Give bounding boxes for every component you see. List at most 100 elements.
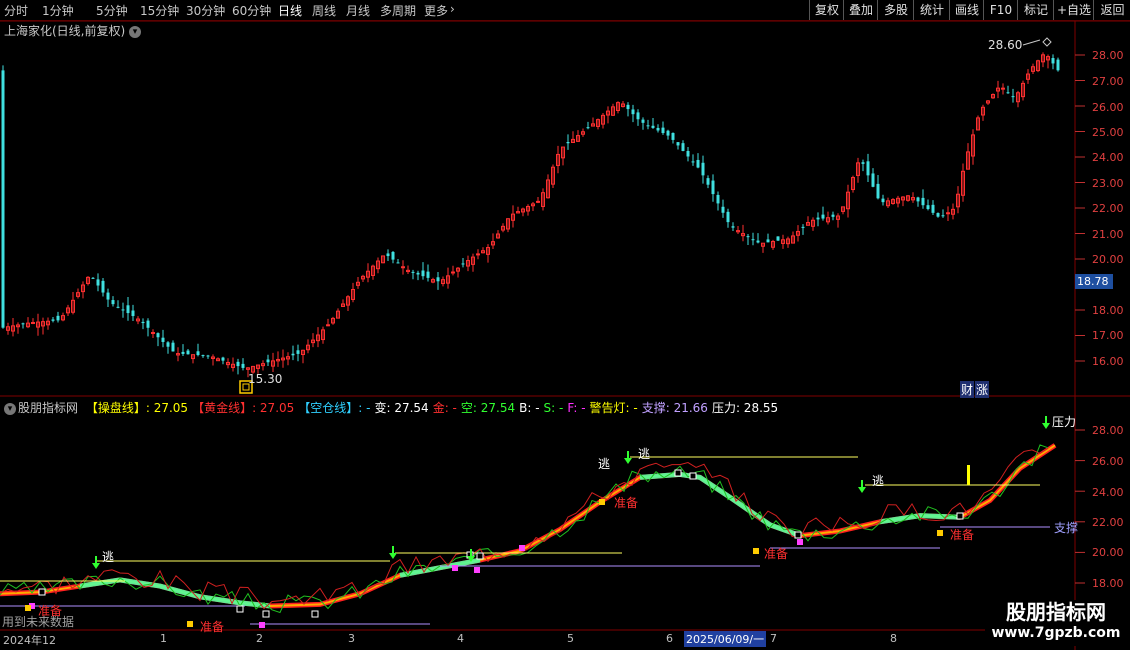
prepare-point-icon — [937, 530, 943, 536]
candle-body — [866, 161, 870, 176]
marker-square — [311, 610, 319, 618]
date-tick: 5 — [567, 632, 574, 645]
marker-square — [794, 531, 802, 539]
finance-mark[interactable]: 财 — [960, 381, 975, 398]
candle-body — [1001, 87, 1005, 90]
price-tick: 26.00 — [1092, 101, 1124, 114]
candle-body — [636, 112, 640, 120]
candle-body — [56, 315, 60, 321]
candle-body — [661, 127, 665, 134]
candle-body — [291, 353, 295, 356]
indicator-item: F: - — [567, 401, 586, 415]
candle-body — [411, 271, 415, 273]
candle-body — [21, 323, 25, 325]
candle-body — [266, 359, 270, 363]
buy-point-icon — [797, 539, 803, 545]
indicator-item: 【操盘线】: 27.05 — [85, 401, 189, 415]
indicator-tick: 18.00 — [1092, 577, 1124, 590]
escape-signal: 逃 — [102, 550, 115, 564]
candle-body — [701, 162, 705, 176]
support-label: 支撑 — [1054, 521, 1079, 535]
price-tick: 22.00 — [1092, 202, 1124, 215]
watermark-url: www.7gpzb.com — [991, 625, 1121, 641]
candle-body — [656, 127, 660, 131]
candle-body — [676, 142, 680, 146]
marker-square — [476, 552, 484, 560]
indicator-name[interactable]: 股朋指标网 — [18, 401, 78, 415]
candle-body — [146, 320, 150, 328]
low-price-label: 15.30 — [248, 372, 283, 386]
high-price-label: 28.60 — [988, 38, 1023, 52]
candle-body — [1056, 59, 1060, 71]
candle-body — [206, 355, 210, 357]
sell-arrow-icon — [1042, 423, 1050, 429]
current-price-label: 18.78 — [1077, 275, 1109, 288]
indicator-item: 支撑: 21.66 — [641, 401, 708, 415]
date-tick: 3 — [348, 632, 355, 645]
pressure-label: 压力 — [1052, 415, 1077, 429]
sell-arrow-icon — [624, 458, 632, 464]
candle-body — [881, 198, 885, 203]
candle-body — [816, 217, 820, 220]
indicator-item: S: - — [543, 401, 564, 415]
candle-body — [921, 197, 925, 206]
candle-body — [871, 173, 875, 187]
prepare-point-icon — [753, 548, 759, 554]
candle-body — [476, 253, 480, 256]
candle-body — [196, 351, 200, 356]
candle-body — [396, 262, 400, 264]
marker-square — [236, 605, 244, 613]
candle-body — [201, 355, 205, 357]
price-tick: 27.00 — [1092, 75, 1124, 88]
sell-arrow-icon — [858, 487, 866, 493]
indicator-item: 【黄金线】: 27.05 — [192, 401, 295, 415]
candle-body — [631, 109, 635, 115]
price-tick: 23.00 — [1092, 177, 1124, 190]
candle-body — [696, 159, 700, 168]
candle-body — [126, 305, 130, 314]
stock-chart[interactable] — [0, 0, 1130, 650]
chevron-down-icon[interactable]: ▾ — [4, 402, 16, 415]
candle-body — [1011, 96, 1015, 98]
candle-body — [536, 200, 540, 203]
price-tick: 16.00 — [1092, 355, 1124, 368]
candle-body — [241, 363, 245, 368]
candle-body — [721, 206, 725, 213]
candle-body — [416, 272, 420, 275]
price-tick: 21.00 — [1092, 228, 1124, 241]
candle-body — [706, 178, 710, 185]
candle-body — [916, 197, 920, 202]
price-tick: 28.00 — [1092, 49, 1124, 62]
indicator-item: 压力: 28.55 — [711, 401, 779, 415]
crosshair-date: 2025/06/09/一 — [684, 631, 767, 647]
candle-body — [861, 162, 865, 164]
candle-body — [716, 194, 720, 204]
candle-body — [946, 212, 950, 215]
candle-body — [626, 104, 630, 110]
date-tick: 7 — [770, 632, 777, 645]
candle-body — [51, 319, 55, 321]
candle-body — [451, 271, 455, 274]
candlestick-series — [1, 52, 1060, 378]
chevron-down-icon[interactable]: ▾ — [129, 25, 142, 38]
trading-line — [0, 444, 1056, 607]
candle-body — [691, 161, 695, 163]
price-grid — [1075, 54, 1085, 584]
candle-body — [821, 214, 825, 219]
candle-body — [391, 251, 395, 260]
candle-body — [111, 300, 115, 305]
date-tick: 2024年12 — [3, 634, 56, 647]
candle-body — [106, 292, 110, 300]
candle-body — [171, 342, 175, 352]
candle-body — [386, 253, 390, 257]
candle-body — [91, 277, 95, 279]
candle-body — [221, 357, 225, 361]
indicator-tick: 26.00 — [1092, 455, 1124, 468]
rise-mark[interactable]: 涨 — [975, 381, 990, 398]
marker-square — [38, 588, 46, 596]
candle-body — [671, 132, 675, 140]
prepare-point-icon — [25, 605, 31, 611]
date-tick: 1 — [160, 632, 167, 645]
empty-line-segment — [399, 557, 481, 578]
candle-body — [116, 306, 120, 308]
